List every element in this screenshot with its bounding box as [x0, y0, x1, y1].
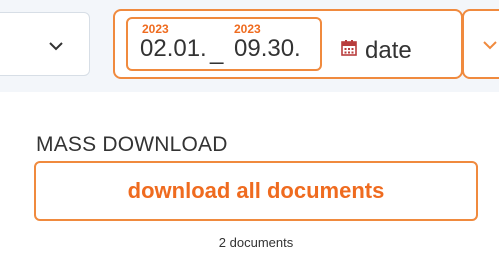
- mass-download-title: MASS DOWNLOAD: [36, 133, 228, 156]
- end-date-value[interactable]: 09.30.: [234, 35, 301, 63]
- chevron-down-icon: [483, 41, 497, 50]
- start-date-value[interactable]: 02.01.: [140, 35, 207, 63]
- document-count: 2 documents: [218, 235, 294, 250]
- filter-bar: 2023 02.01. _ 2023 09.30. date: [0, 0, 499, 92]
- date-field-dropdown[interactable]: [462, 9, 499, 79]
- download-all-button[interactable]: download all documents: [34, 161, 478, 221]
- end-year-label: 2023: [234, 22, 261, 36]
- start-year-label: 2023: [142, 22, 169, 36]
- date-range-input[interactable]: 2023 02.01. _ 2023 09.30.: [126, 17, 322, 71]
- download-all-label: download all documents: [127, 178, 385, 203]
- calendar-icon: [341, 40, 357, 56]
- date-separator: _: [210, 38, 224, 65]
- date-field-label[interactable]: date: [365, 37, 412, 65]
- chevron-down-icon: [49, 42, 63, 51]
- left-dropdown[interactable]: [0, 12, 90, 76]
- date-range-picker[interactable]: 2023 02.01. _ 2023 09.30. date: [113, 9, 463, 79]
